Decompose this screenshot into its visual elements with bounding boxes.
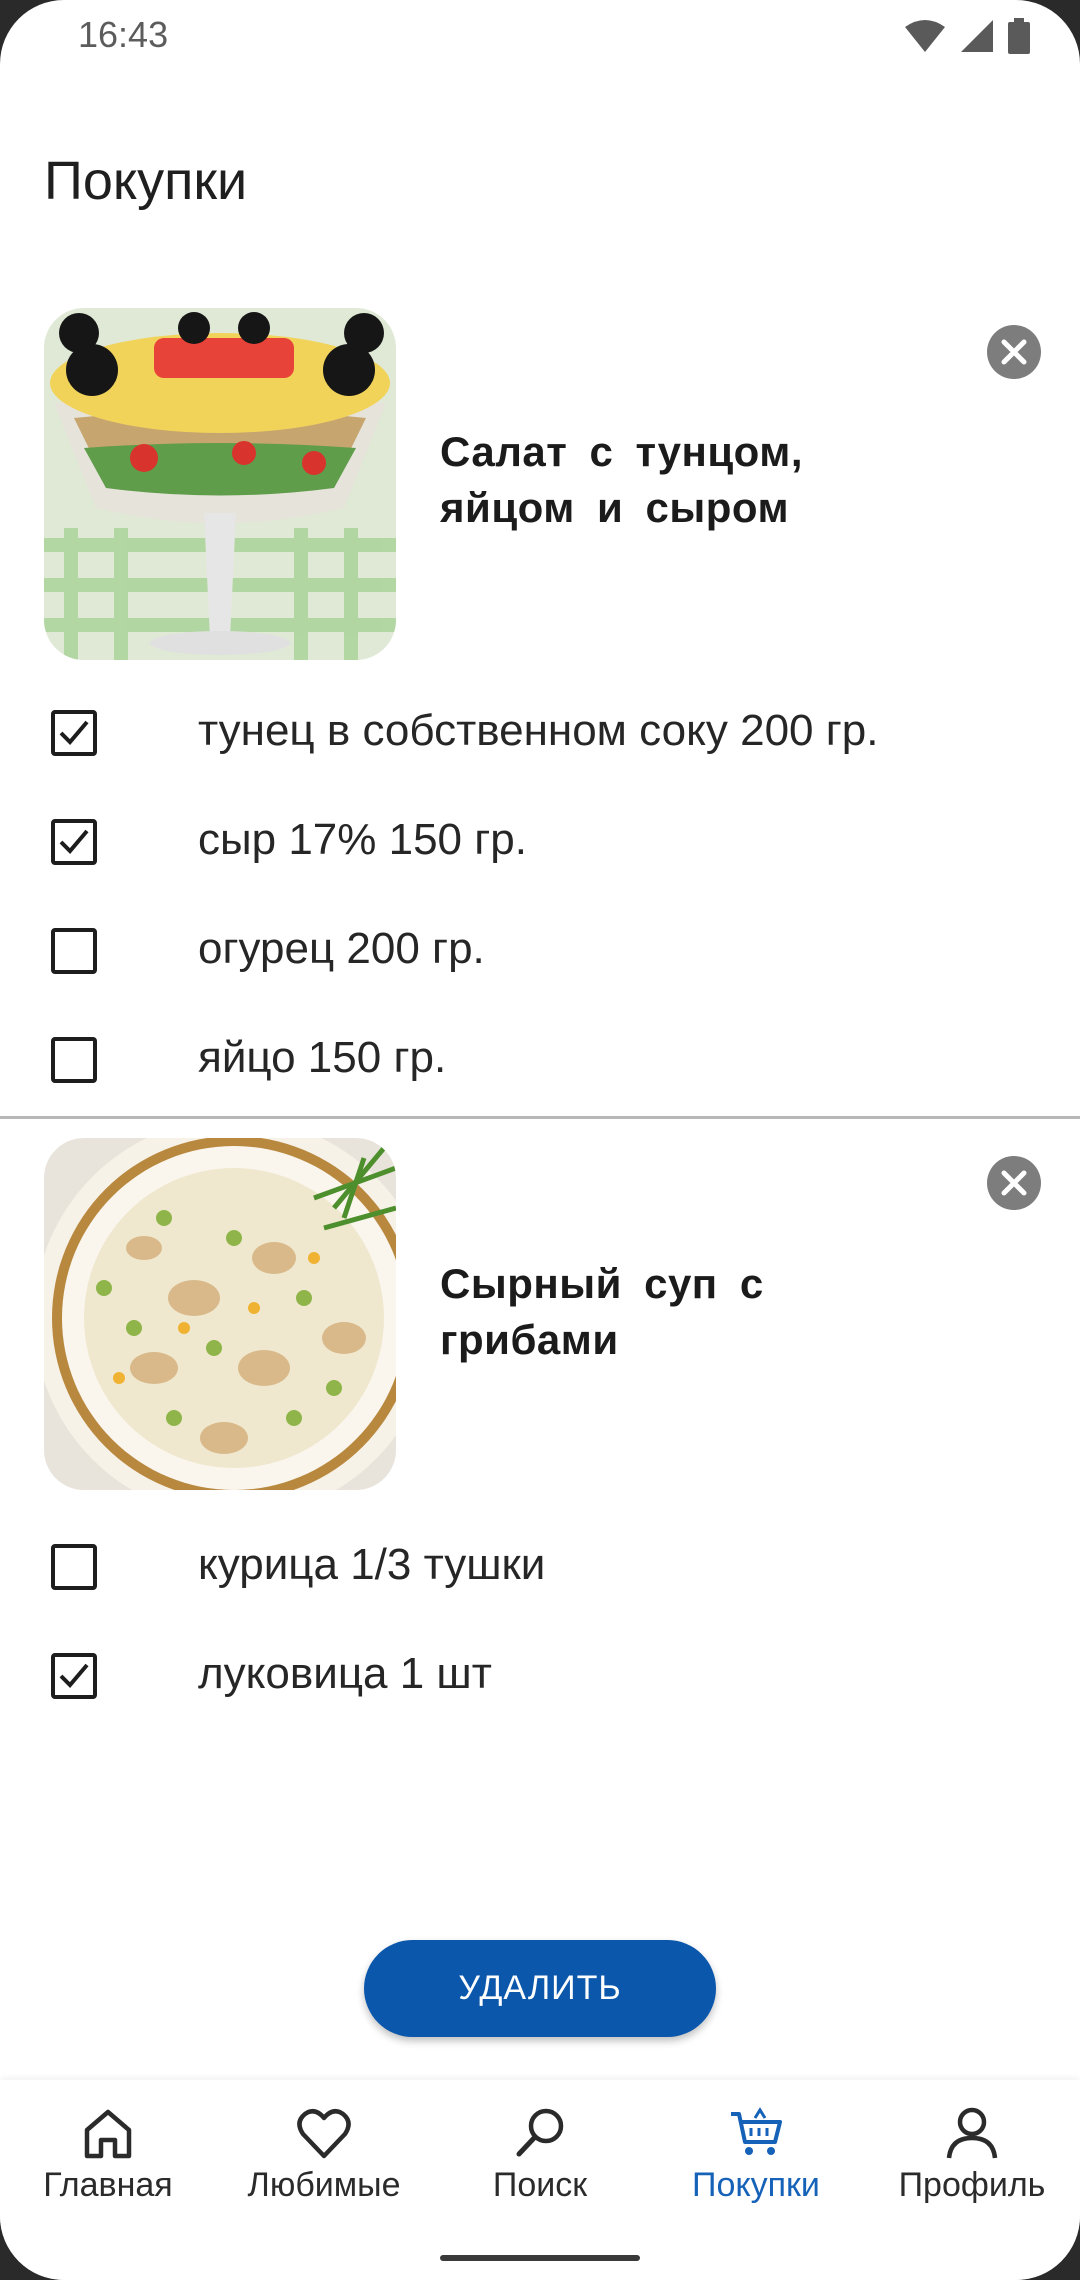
divider bbox=[0, 1116, 1080, 1119]
checkmark-icon bbox=[59, 1663, 89, 1688]
ingredient-row[interactable]: огурец 200 гр. bbox=[0, 916, 1080, 996]
ingredient-label: тунец в собственном соку 200 гр. bbox=[198, 706, 879, 755]
remove-recipe-button[interactable] bbox=[987, 325, 1041, 379]
remove-recipe-button[interactable] bbox=[987, 1156, 1041, 1210]
checkbox[interactable] bbox=[51, 710, 97, 756]
checkmark-icon bbox=[59, 829, 89, 854]
signal-icon bbox=[961, 20, 993, 52]
recipe-title: Салат с тунцом, яйцом и сыром bbox=[440, 428, 804, 531]
recipe-image-salad[interactable] bbox=[44, 308, 396, 660]
ingredient-row[interactable]: яйцо 150 гр. bbox=[0, 1025, 1080, 1105]
wifi-icon bbox=[905, 20, 945, 52]
recipe-image-soup[interactable] bbox=[44, 1138, 396, 1490]
close-icon bbox=[1001, 339, 1027, 365]
checkbox[interactable] bbox=[51, 819, 97, 865]
ingredient-label: курица 1/3 тушки bbox=[198, 1540, 546, 1589]
home-indicator[interactable] bbox=[440, 2255, 640, 2261]
checkmark-icon bbox=[59, 720, 89, 745]
page-title: Покупки bbox=[44, 151, 248, 211]
app-screen: 16:43 Покупки Салат с тунцом, яйцом и сы… bbox=[0, 0, 1080, 2280]
checkbox[interactable] bbox=[51, 1037, 97, 1083]
checkbox[interactable] bbox=[51, 928, 97, 974]
close-icon bbox=[1001, 1170, 1027, 1196]
profile-icon bbox=[946, 2107, 998, 2159]
nav-item-shopping[interactable]: Покупки bbox=[648, 2104, 864, 2224]
ingredient-row[interactable]: сыр 17% 150 гр. bbox=[0, 807, 1080, 887]
ingredient-label: огурец 200 гр. bbox=[198, 924, 485, 973]
cart-icon bbox=[731, 2107, 782, 2155]
ingredient-label: сыр 17% 150 гр. bbox=[198, 815, 527, 864]
nav-label: Поиск bbox=[492, 2166, 588, 2204]
checkbox[interactable] bbox=[51, 1653, 97, 1699]
nav-item-home[interactable]: Главная bbox=[0, 2104, 216, 2224]
ingredient-label: яйцо 150 гр. bbox=[198, 1033, 447, 1082]
ingredient-row[interactable]: курица 1/3 тушки bbox=[0, 1532, 1080, 1612]
ingredient-row[interactable]: тунец в собственном соку 200 гр. bbox=[0, 698, 1080, 778]
nav-label: Любимые bbox=[247, 2166, 401, 2204]
nav-item-favorites[interactable]: Любимые bbox=[216, 2104, 432, 2224]
heart-icon bbox=[297, 2109, 351, 2159]
battery-icon bbox=[1008, 18, 1030, 54]
nav-item-profile[interactable]: Профиль bbox=[864, 2104, 1080, 2224]
search-icon bbox=[516, 2108, 564, 2157]
nav-label: Главная bbox=[43, 2166, 173, 2204]
status-icons bbox=[904, 16, 1030, 56]
recipe-title: Сырный суп с грибами bbox=[440, 1260, 764, 1363]
checkbox[interactable] bbox=[51, 1544, 97, 1590]
ingredient-label: луковица 1 шт bbox=[198, 1649, 492, 1698]
home-icon bbox=[84, 2109, 132, 2159]
ingredient-row[interactable]: луковица 1 шт bbox=[0, 1641, 1080, 1721]
nav-item-search[interactable]: Поиск bbox=[432, 2104, 648, 2224]
status-time: 16:43 bbox=[78, 14, 169, 55]
nav-label: Профиль bbox=[898, 2166, 1046, 2204]
bottom-navigation: Главная Любимые Поиск Покупки Профиль bbox=[0, 2080, 1080, 2280]
nav-label: Покупки bbox=[692, 2166, 820, 2204]
delete-button[interactable]: УДАЛИТЬ bbox=[364, 1940, 716, 2037]
